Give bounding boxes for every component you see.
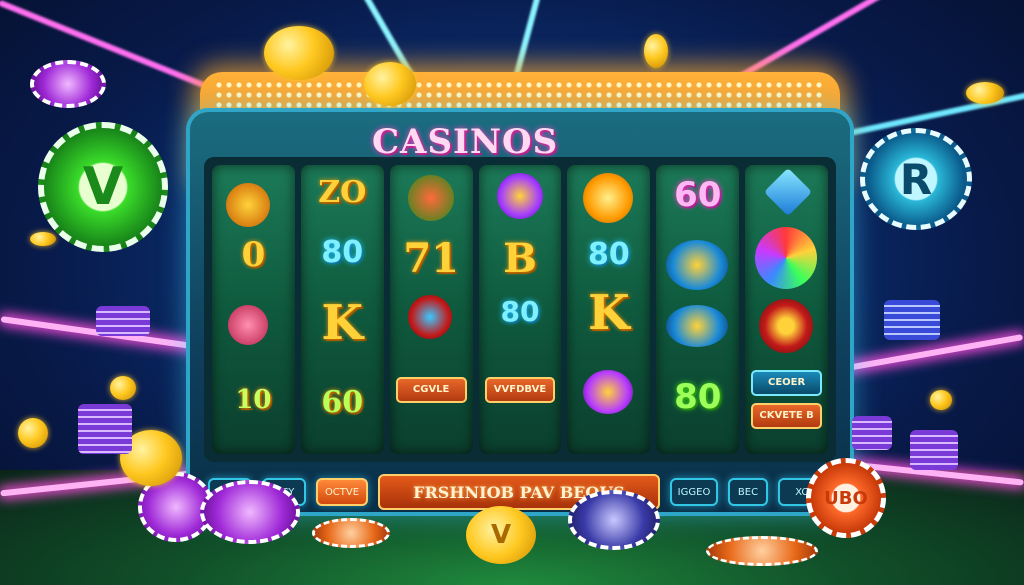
reel-3[interactable]: 71 CGVLE <box>389 165 473 454</box>
reel-5[interactable]: 80 K <box>567 165 651 454</box>
chip-stack <box>96 306 150 336</box>
chip-label: UBO <box>824 487 868 509</box>
slot-machine: 0 10 ZO 80 K 60 71 CGVLE B 80 VVFDBVE 80… <box>190 72 850 512</box>
gold-coin-icon <box>18 418 48 448</box>
reel-symbol: 10 <box>235 385 272 415</box>
chip-stack <box>884 300 940 340</box>
chip-stack <box>910 430 958 470</box>
symbol-lamp-icon <box>666 240 729 290</box>
reel-symbol: 80 <box>321 235 364 270</box>
symbol-roulette-icon <box>759 299 814 353</box>
reel-symbol: 80 <box>587 237 630 272</box>
casino-scene: 0 10 ZO 80 K 60 71 CGVLE B 80 VVFDBVE 80… <box>0 0 1024 585</box>
symbol-sun-coin-icon <box>583 173 634 223</box>
cabinet: 0 10 ZO 80 K 60 71 CGVLE B 80 VVFDBVE 80… <box>190 112 850 512</box>
reel-4[interactable]: B 80 VVFDBVE <box>478 165 562 454</box>
blue-chip-icon: R <box>860 128 972 230</box>
casino-title: CASINOS <box>372 122 559 162</box>
reel-symbol: ZO <box>318 175 367 210</box>
orange-chip-icon <box>706 536 818 566</box>
reel-symbol: 71 <box>403 235 459 282</box>
reel-7[interactable]: CEOER CKVETE B <box>745 165 829 454</box>
chip-stack <box>78 404 132 454</box>
symbol-wheel-icon <box>755 227 818 289</box>
chip-mark: R <box>899 154 933 204</box>
orange-chip-icon: UBO <box>806 458 886 538</box>
reel-plaque: CKVETE B <box>751 403 823 429</box>
orange-chip-icon <box>312 518 390 548</box>
reel-symbol: 80 <box>500 295 540 328</box>
reel-symbol: K <box>588 285 630 341</box>
reel-symbol: K <box>321 295 364 351</box>
reel-6[interactable]: 60 80 <box>656 165 740 454</box>
reel-symbol: B <box>503 235 537 282</box>
reel-symbol: 80 <box>674 377 722 417</box>
reel-symbol: 60 <box>321 385 364 420</box>
bec-button[interactable]: BEC <box>728 478 768 506</box>
symbol-fruit-icon <box>226 183 270 227</box>
coin-mark: V <box>490 520 512 550</box>
octve-button[interactable]: OCTVE <box>316 478 368 506</box>
symbol-bell-icon <box>228 305 268 345</box>
symbol-lamp-icon <box>666 305 729 347</box>
reel-symbol: 60 <box>674 175 722 215</box>
purple-chip-icon <box>30 60 106 108</box>
reel-symbol: 0 <box>241 235 266 275</box>
reel-1[interactable]: 0 10 <box>212 165 295 454</box>
symbol-gems-icon <box>496 173 543 219</box>
gold-coin-icon <box>364 62 416 106</box>
gold-coin-icon: V <box>466 506 536 564</box>
purple-chip-icon <box>200 480 300 544</box>
chip-stack <box>852 416 892 450</box>
iggeo-button[interactable]: IGGEO <box>670 478 718 506</box>
reel-plaque: CEOER <box>751 370 823 396</box>
navy-chip-icon <box>568 490 660 550</box>
gold-coin-icon <box>966 82 1004 104</box>
gold-coin-icon <box>930 390 952 410</box>
marquee-lights <box>214 80 826 110</box>
diamond-icon <box>764 167 813 217</box>
chip-mark: V <box>82 157 124 217</box>
symbol-roulette-icon <box>407 295 452 339</box>
reel-window: 0 10 ZO 80 K 60 71 CGVLE B 80 VVFDBVE 80… <box>204 157 836 462</box>
gold-coin-icon <box>110 376 136 400</box>
reel-plaque: VVFDBVE <box>484 377 556 403</box>
symbol-crystal-icon <box>583 370 634 414</box>
gold-coin-icon <box>30 232 56 246</box>
symbol-watermelon-icon <box>407 175 454 221</box>
reel-2[interactable]: ZO 80 K 60 <box>300 165 384 454</box>
gold-coin-icon <box>264 26 334 80</box>
gold-coin-icon <box>644 34 668 68</box>
reel-plaque: CGVLE <box>395 377 467 403</box>
green-chip-icon: V <box>38 122 168 252</box>
